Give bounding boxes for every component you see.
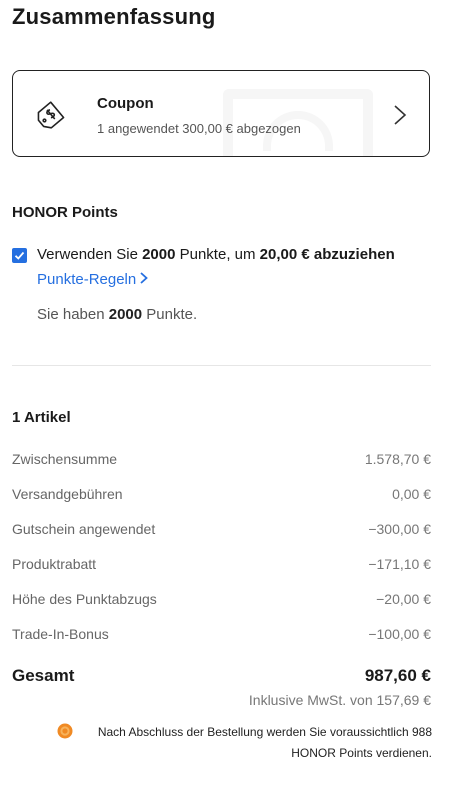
summary-row-points-deduction: Höhe des Punktabzugs −20,00 € <box>12 591 431 607</box>
use-points-checkbox[interactable] <box>12 248 27 263</box>
tag-dollar-icon <box>37 101 65 129</box>
summary-row-shipping: Versandgebühren 0,00 € <box>12 486 431 502</box>
total-value: 987,60 € <box>364 666 431 685</box>
total-label: Gesamt <box>12 666 75 685</box>
earn-points-note: Nach Abschluss der Bestellung werden Sie… <box>97 725 432 760</box>
section-divider <box>12 365 431 366</box>
items-count-title: 1 Artikel <box>12 409 71 426</box>
use-points-label: Verwenden Sie 2000 Punkte, um 20,00 € ab… <box>37 246 395 263</box>
check-icon <box>14 251 25 260</box>
coupon-subtitle: 1 angewendet 300,00 € abgezogen <box>97 121 301 136</box>
summary-row-coupon: Gutschein angewendet −300,00 € <box>12 521 431 537</box>
coupon-card[interactable]: Coupon 1 angewendet 300,00 € abgezogen <box>12 70 430 157</box>
page-title: Zusammenfassung <box>12 4 216 29</box>
available-points-text: Sie haben 2000 Punkte. <box>37 306 198 323</box>
points-rules-link[interactable]: Punkte-Regeln <box>37 271 149 288</box>
summary-row-subtotal: Zwischensumme 1.578,70 € <box>12 451 431 467</box>
points-section-title: HONOR Points <box>12 204 118 221</box>
coupon-title: Coupon <box>97 95 154 112</box>
vat-note: Inklusive MwSt. von 157,69 € <box>248 692 431 708</box>
summary-row-product-discount: Produktrabatt −171,10 € <box>12 556 431 572</box>
chevron-right-small-icon <box>140 272 149 284</box>
summary-row-trade-in: Trade-In-Bonus −100,00 € <box>12 626 431 642</box>
honor-coin-icon <box>57 723 73 739</box>
chevron-right-icon[interactable] <box>393 104 407 126</box>
